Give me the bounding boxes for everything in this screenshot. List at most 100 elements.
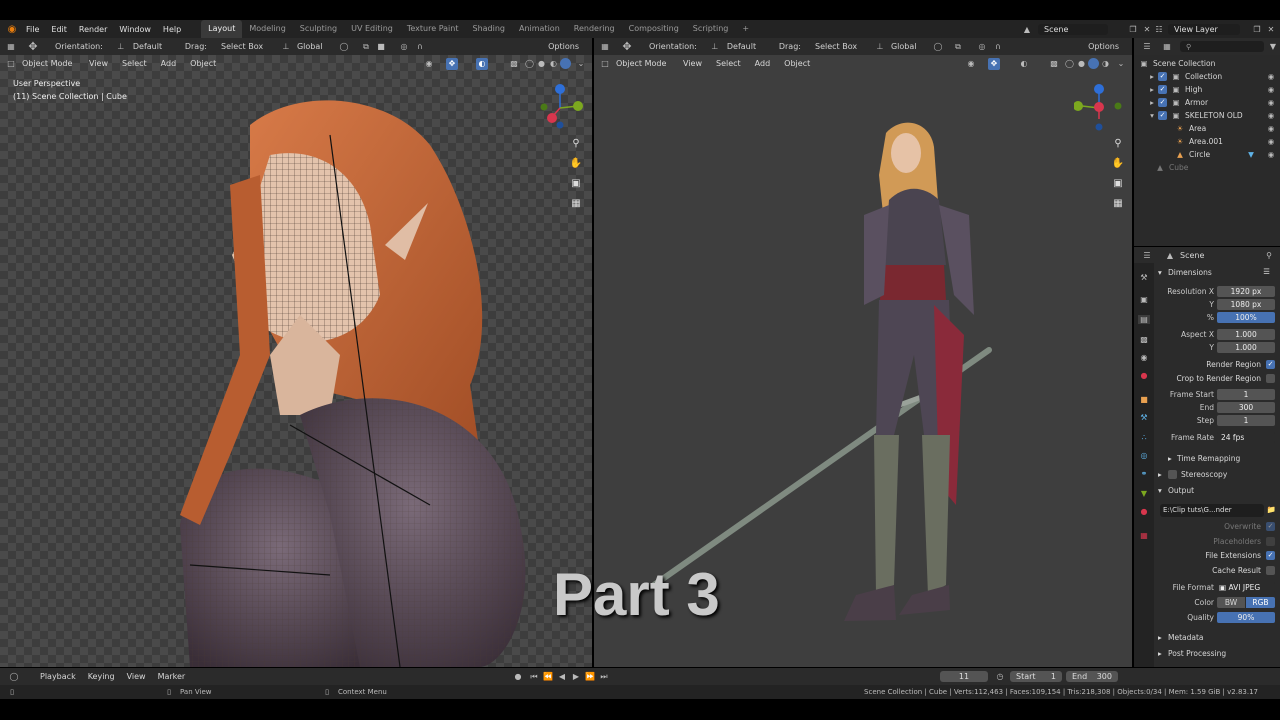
view-layer-tab-icon[interactable]: ▩ bbox=[1138, 335, 1150, 344]
hide-eye-icon[interactable]: ◉ bbox=[1266, 98, 1276, 107]
render-tab-icon[interactable]: ▣ bbox=[1138, 295, 1150, 304]
outliner-row-armor[interactable]: ▸ ✓ ▣ Armor ◉ bbox=[1134, 96, 1280, 109]
tab-layout[interactable]: Layout bbox=[201, 20, 243, 38]
color-bw-button[interactable]: BW bbox=[1217, 597, 1245, 608]
hide-eye-icon[interactable]: ◉ bbox=[1266, 137, 1276, 146]
pin-icon[interactable]: ⚲ bbox=[1264, 251, 1274, 260]
delete-view-layer-icon[interactable]: ✕ bbox=[1264, 25, 1278, 34]
exclude-checkbox[interactable]: ✓ bbox=[1158, 98, 1167, 107]
particles-tab-icon[interactable]: ∴ bbox=[1138, 433, 1150, 442]
proportional-edit-icon[interactable]: ◎ bbox=[974, 42, 990, 51]
camera-icon[interactable]: ▣ bbox=[1110, 175, 1126, 191]
move-tool-icon[interactable]: ✥ bbox=[616, 40, 638, 53]
view-layer-field[interactable]: View Layer bbox=[1168, 23, 1240, 35]
options-dropdown[interactable]: Options bbox=[1083, 42, 1124, 51]
pan-hand-icon[interactable]: ✋ bbox=[568, 155, 584, 171]
falloff-icon[interactable]: ∩ bbox=[412, 42, 428, 51]
new-scene-icon[interactable]: ❐ bbox=[1126, 25, 1140, 34]
ortho-grid-icon[interactable]: ▦ bbox=[1110, 195, 1126, 211]
drag-dropdown[interactable]: Select Box bbox=[216, 42, 280, 51]
menu-marker[interactable]: Marker bbox=[152, 672, 192, 681]
zoom-icon[interactable]: ⚲ bbox=[1110, 135, 1126, 151]
dimensions-panel-header[interactable]: ▾ Dimensions ☰ bbox=[1156, 267, 1280, 279]
overwrite-checkbox[interactable]: ✓ bbox=[1266, 522, 1275, 531]
add-workspace-icon[interactable]: + bbox=[735, 20, 756, 38]
blender-logo-icon[interactable]: ◉ bbox=[4, 24, 20, 35]
outliner-row-area-001[interactable]: ☀ Area.001 ◉ bbox=[1134, 135, 1280, 148]
tab-rendering[interactable]: Rendering bbox=[567, 20, 622, 38]
prev-keyframe-icon[interactable]: ⏪ bbox=[542, 672, 554, 681]
exclude-checkbox[interactable]: ✓ bbox=[1158, 111, 1167, 120]
options-dropdown[interactable]: Options bbox=[543, 42, 584, 51]
tab-scripting[interactable]: Scripting bbox=[686, 20, 736, 38]
expand-chevron-icon[interactable]: ▾ bbox=[1148, 111, 1156, 120]
pivot-icon[interactable]: ◯ bbox=[930, 42, 946, 51]
menu-help[interactable]: Help bbox=[157, 25, 187, 34]
tab-compositing[interactable]: Compositing bbox=[622, 20, 686, 38]
menu-window[interactable]: Window bbox=[113, 25, 157, 34]
transform-orientation-dropdown[interactable]: Global bbox=[886, 42, 930, 51]
current-frame-field[interactable]: 11 bbox=[940, 671, 988, 682]
new-view-layer-icon[interactable]: ❐ bbox=[1250, 25, 1264, 34]
camera-icon[interactable]: ▣ bbox=[568, 175, 584, 191]
output-panel-header[interactable]: ▾ Output bbox=[1156, 485, 1280, 497]
tab-texture-paint[interactable]: Texture Paint bbox=[400, 20, 466, 38]
hide-eye-icon[interactable]: ◉ bbox=[1266, 111, 1276, 120]
outliner-row-circle[interactable]: ▲ Circle ▼ ◉ bbox=[1134, 148, 1280, 161]
transform-orientation-dropdown[interactable]: Global bbox=[292, 42, 336, 51]
scene-field[interactable]: Scene bbox=[1038, 23, 1108, 35]
modifier-tab-icon[interactable]: ⚒ bbox=[1138, 413, 1150, 422]
outliner-row-cube[interactable]: ▲ Cube bbox=[1134, 161, 1280, 174]
aspect-y-field[interactable]: 1.000 bbox=[1217, 342, 1275, 353]
frame-rate-dropdown[interactable]: 24 fps bbox=[1217, 432, 1275, 443]
drag-dropdown[interactable]: Select Box bbox=[810, 42, 874, 51]
timeline-end-field[interactable]: End 300 bbox=[1066, 671, 1118, 682]
navigation-gizmo[interactable] bbox=[540, 83, 590, 133]
resolution-percent-slider[interactable]: 100% bbox=[1217, 312, 1275, 323]
object-tab-icon[interactable]: ■ bbox=[1138, 395, 1150, 404]
hide-eye-icon[interactable]: ◉ bbox=[1266, 124, 1276, 133]
render-region-checkbox[interactable]: ✓ bbox=[1266, 360, 1275, 369]
file-format-dropdown[interactable]: ▣ AVI JPEG bbox=[1217, 582, 1275, 593]
crop-region-checkbox[interactable] bbox=[1266, 374, 1275, 383]
jump-end-icon[interactable]: ⏭ bbox=[598, 672, 610, 682]
filter-icon[interactable]: ▼ bbox=[1266, 42, 1280, 51]
scene-tab-icon[interactable]: ◉ bbox=[1138, 353, 1150, 362]
menu-keying[interactable]: Keying bbox=[82, 672, 121, 681]
display-mode-icon[interactable]: ▦ bbox=[1160, 42, 1174, 51]
tab-uv-editing[interactable]: UV Editing bbox=[344, 20, 400, 38]
frame-start-field[interactable]: 1 bbox=[1217, 389, 1275, 400]
output-path-input[interactable]: E:\Clip tuts\G...nder turnable3 bbox=[1160, 504, 1264, 517]
menu-view[interactable]: View bbox=[121, 672, 152, 681]
editor-type-icon[interactable]: ▦ bbox=[0, 42, 22, 51]
expand-chevron-icon[interactable]: ▸ bbox=[1148, 98, 1156, 107]
data-tab-icon[interactable]: ▼ bbox=[1138, 489, 1150, 498]
tab-shading[interactable]: Shading bbox=[465, 20, 512, 38]
snap-icon[interactable]: ⧉ bbox=[950, 42, 966, 52]
cache-result-checkbox[interactable] bbox=[1266, 566, 1275, 575]
folder-icon[interactable]: 📁 bbox=[1267, 505, 1276, 514]
menu-file[interactable]: File bbox=[20, 25, 45, 34]
placeholders-checkbox[interactable] bbox=[1266, 537, 1275, 546]
pan-hand-icon[interactable]: ✋ bbox=[1110, 155, 1126, 171]
next-keyframe-icon[interactable]: ⏩ bbox=[584, 672, 596, 681]
stereoscopy-panel[interactable]: ▸ Stereoscopy bbox=[1156, 469, 1280, 481]
hide-eye-icon[interactable]: ◉ bbox=[1266, 72, 1276, 81]
outliner-row-high[interactable]: ▸ ✓ ▣ High ◉ bbox=[1134, 83, 1280, 96]
output-tab-icon[interactable]: ▤ bbox=[1138, 315, 1150, 324]
outliner-row-collection[interactable]: ▸ ✓ ▣ Collection ◉ bbox=[1134, 70, 1280, 83]
texture-tab-icon[interactable]: ▦ bbox=[1138, 531, 1150, 540]
snap-target-icon[interactable]: ■ bbox=[374, 42, 388, 51]
expand-chevron-icon[interactable]: ▸ bbox=[1148, 85, 1156, 94]
world-tab-icon[interactable]: ● bbox=[1138, 371, 1150, 380]
exclude-checkbox[interactable]: ✓ bbox=[1158, 72, 1167, 81]
frame-step-field[interactable]: 1 bbox=[1217, 415, 1275, 426]
material-tab-icon[interactable]: ● bbox=[1138, 507, 1150, 516]
presets-icon[interactable]: ☰ bbox=[1263, 267, 1270, 276]
ortho-grid-icon[interactable]: ▦ bbox=[568, 195, 584, 211]
play-icon[interactable]: ▶ bbox=[570, 672, 582, 681]
editor-type-icon[interactable]: ◯ bbox=[4, 672, 24, 681]
menu-playback[interactable]: Playback bbox=[34, 672, 82, 681]
quality-slider[interactable]: 90% bbox=[1217, 612, 1275, 623]
tab-sculpting[interactable]: Sculpting bbox=[293, 20, 344, 38]
